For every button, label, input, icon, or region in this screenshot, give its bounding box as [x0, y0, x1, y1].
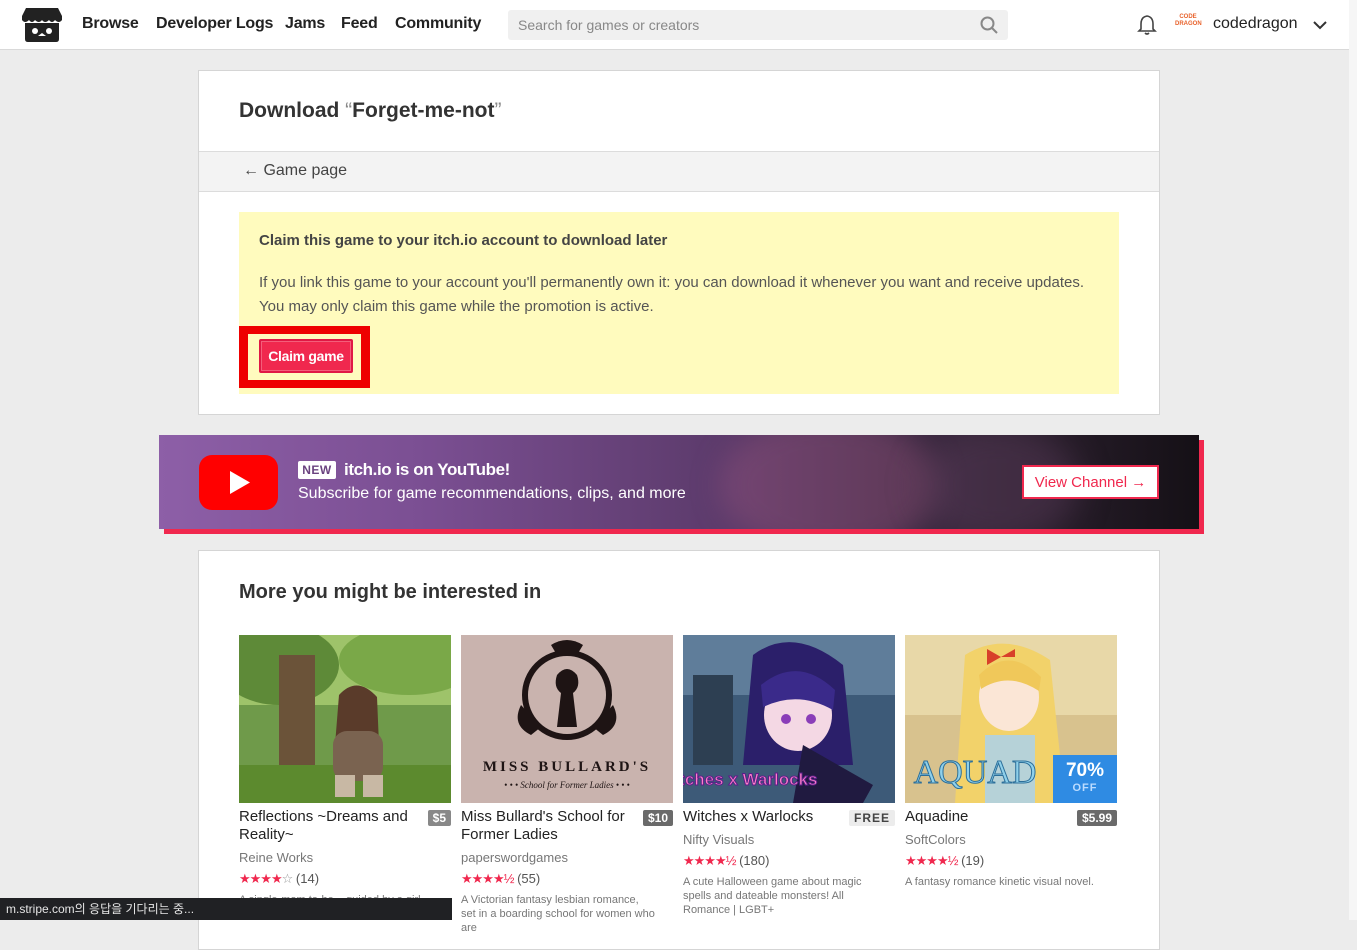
game-title[interactable]: Miss Bullard's School for Former Ladies — [461, 808, 641, 844]
game-thumbnail[interactable]: MISS BULLARD'S • • • School for Former L… — [461, 635, 673, 803]
itchio-logo-icon[interactable] — [22, 6, 62, 44]
sale-off-label: OFF — [1072, 782, 1098, 794]
vertical-scrollbar[interactable] — [1349, 0, 1357, 920]
game-title[interactable]: Aquadine — [905, 808, 1085, 826]
nav-community-link[interactable]: Community — [395, 15, 481, 33]
sale-badge: 70% OFF — [1053, 755, 1117, 803]
download-panel: Download “Forget-me-not” ← Game page Cla… — [198, 70, 1160, 415]
youtube-banner-title: itch.io is on YouTube! — [344, 460, 510, 479]
rating-count: (180) — [739, 853, 770, 868]
thumbnail-title-text: Witches x Warlocks — [683, 770, 817, 789]
new-badge: NEW — [298, 461, 336, 479]
game-author[interactable]: SoftColors — [905, 832, 966, 847]
search-input[interactable] — [508, 10, 988, 40]
notifications-bell-icon[interactable] — [1137, 14, 1157, 36]
youtube-banner[interactable]: NEW itch.io is on YouTube! Subscribe for… — [159, 435, 1199, 529]
game-rating: ★★★★☆ (14) — [239, 871, 319, 887]
thumbnail-title-text: AQUAD — [914, 754, 1037, 791]
claim-game-button[interactable]: Claim game — [259, 339, 353, 373]
game-author[interactable]: Nifty Visuals — [683, 832, 754, 847]
user-avatar[interactable]: CODE DRAGON — [1175, 14, 1202, 34]
game-description: A Victorian fantasy lesbian romance, set… — [461, 894, 655, 934]
rating-count: (19) — [961, 853, 985, 868]
rating-stars: ★★★★½ — [905, 853, 958, 868]
game-thumbnail[interactable] — [239, 635, 451, 803]
game-title[interactable]: Reflections ~Dreams and Reality~ — [239, 808, 419, 844]
page-title-prefix: Download — [239, 99, 340, 122]
game-thumbnail[interactable]: Witches x Warlocks — [683, 635, 895, 803]
recommendations-panel: More you might be interested in Reflecti… — [198, 550, 1160, 950]
rating-stars: ★★★★☆ — [239, 871, 293, 886]
search-icon[interactable] — [980, 16, 998, 34]
sale-percent: 70% — [1065, 760, 1105, 781]
price-badge: $5.99 — [1076, 810, 1117, 826]
game-author[interactable]: paperswordgames — [461, 850, 568, 865]
nav-feed-link[interactable]: Feed — [341, 15, 378, 33]
browser-status-bar: m.stripe.com의 응답을 기다리는 중... — [0, 898, 452, 920]
nav-browse-link[interactable]: Browse — [82, 15, 139, 33]
youtube-logo-icon — [199, 455, 278, 510]
nav-jams-link[interactable]: Jams — [285, 15, 325, 33]
youtube-banner-subtitle: Subscribe for game recommendations, clip… — [298, 485, 686, 502]
view-channel-button[interactable]: View Channel → — [1022, 465, 1159, 499]
game-rating: ★★★★½ (19) — [905, 853, 984, 869]
top-navigation-bar: Browse Developer Logs Jams Feed Communit… — [0, 0, 1357, 50]
game-name: Forget-me-not — [352, 99, 495, 122]
claim-game-box: Claim this game to your itch.io account … — [239, 212, 1119, 394]
price-badge: FREE — [848, 810, 895, 826]
thumbnail-title-text: MISS BULLARD'S — [483, 759, 651, 775]
sub-navigation: ← Game page — [199, 151, 1159, 192]
claim-title: Claim this game to your itch.io account … — [259, 232, 668, 249]
game-description: A fantasy romance kinetic visual novel. — [905, 876, 1094, 888]
search-bar — [508, 10, 1008, 40]
recommendations-heading: More you might be interested in — [239, 581, 542, 603]
nav-developer-logs-link[interactable]: Developer Logs — [156, 15, 273, 33]
game-author[interactable]: Reine Works — [239, 850, 313, 865]
rating-stars: ★★★★½ — [683, 853, 736, 868]
price-badge: $5 — [427, 810, 451, 826]
username-label[interactable]: codedragon — [1213, 15, 1298, 33]
rating-stars: ★★★★½ — [461, 871, 514, 886]
game-rating: ★★★★½ (180) — [683, 853, 769, 869]
rating-count: (14) — [295, 871, 320, 886]
page-title: Download “Forget-me-not” — [239, 99, 502, 122]
game-title[interactable]: Witches x Warlocks — [683, 808, 863, 826]
game-page-back-link[interactable]: ← Game page — [243, 162, 347, 180]
chevron-down-icon[interactable] — [1312, 17, 1328, 33]
game-description: A cute Halloween game about magic spells… — [683, 876, 862, 916]
rating-count: (55) — [517, 871, 541, 886]
thumbnail-subtitle-text: • • • School for Former Ladies • • • — [504, 780, 630, 790]
price-badge: $10 — [642, 810, 673, 826]
claim-description: If you link this game to your account yo… — [259, 274, 1084, 315]
game-rating: ★★★★½ (55) — [461, 871, 540, 887]
